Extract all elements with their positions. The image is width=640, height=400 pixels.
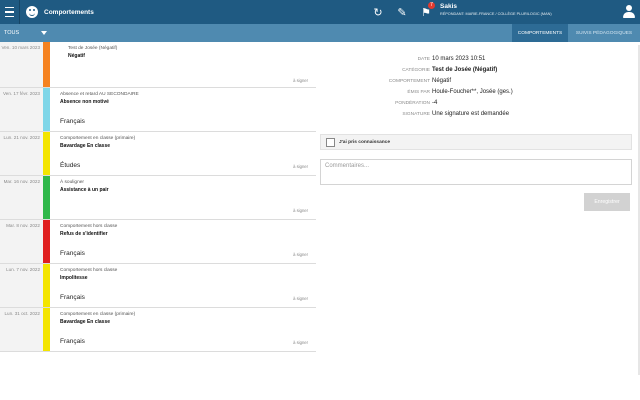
sub-bar: TOUS COMPORTEMENTS SUIVIS PÉDAGOGIQUES: [0, 24, 640, 42]
row-date: Mar. 8 nov. 2022: [0, 220, 43, 263]
row-sign[interactable]: à signer: [293, 78, 308, 83]
row-color-bar: [43, 264, 50, 307]
row-subject: Français: [60, 294, 85, 301]
detail-issued-row: ÉMIS PAR Houle-Foucher**, Josée (ges.): [318, 89, 640, 99]
row-sign[interactable]: à signer: [293, 208, 308, 213]
detail-label: DATE: [417, 57, 430, 62]
list-item[interactable]: Ven. 17 févr. 2023 Absence et retard AU …: [0, 88, 316, 132]
detail-signature-row: SIGNATURE Une signature est demandée: [318, 111, 640, 121]
row-title: Bavardage En classe: [60, 143, 111, 149]
row-title: Absence non motivé: [60, 99, 109, 105]
row-category: Comportement en classe (primaire): [60, 136, 136, 141]
row-category: À souligner: [60, 180, 84, 185]
detail-label: COMPORTEMENT: [388, 79, 430, 84]
row-title: Impolitesse: [60, 275, 88, 281]
tab-behaviors[interactable]: COMPORTEMENTS: [512, 24, 568, 42]
detail-label: CATÉGORIE: [402, 68, 430, 73]
detail-value: Une signature est demandée: [432, 111, 510, 117]
row-body: Test de Josée (Négatif) Négatif à signer: [56, 42, 316, 87]
row-date: Lun. 21 nov. 2022: [0, 132, 43, 175]
row-sign[interactable]: à signer: [293, 164, 308, 169]
detail-value: Houle-Foucher**, Josée (ges.): [432, 89, 513, 95]
row-body: Comportement en classe (primaire) Bavard…: [56, 132, 316, 175]
row-body: Comportement hors classe Impolitesse Fra…: [56, 264, 316, 307]
row-date: Ven. 17 févr. 2023: [0, 88, 43, 131]
row-body: Comportement hors classe Refus de s'iden…: [56, 220, 316, 263]
row-body: Absence et retard AU SECONDAIRE Absence …: [56, 88, 316, 131]
detail-value: -4: [432, 100, 438, 106]
detail-label: ÉMIS PAR: [407, 90, 430, 95]
row-category: Comportement hors classe: [60, 224, 118, 229]
smiley-icon: [26, 6, 38, 18]
user-name: Sakis: [440, 3, 457, 10]
detail-behavior-row: COMPORTEMENT Négatif: [318, 78, 640, 88]
behavior-list: Ven. 10 mars 2023 Test de Josée (Négatif…: [0, 42, 316, 352]
row-category: Comportement en classe (primaire): [60, 312, 136, 317]
filter-dropdown[interactable]: TOUS: [4, 24, 48, 42]
row-color-bar: [43, 132, 50, 175]
list-item[interactable]: Mar. 16 nov. 2022 À souligner Assistance…: [0, 176, 316, 220]
tab-pedagogical[interactable]: SUIVIS PÉDAGOGIQUES: [568, 24, 640, 42]
top-actions: ↻ ✎ ⚑ 7: [366, 0, 438, 24]
acknowledge-label: J'ai pris connaissance: [339, 140, 390, 145]
row-title: Négatif: [68, 53, 85, 59]
tabs: COMPORTEMENTS SUIVIS PÉDAGOGIQUES: [512, 24, 640, 42]
detail-value: 10 mars 2023 10:51: [432, 56, 486, 62]
detail-label: SIGNATURE: [402, 112, 430, 117]
detail-category-row: CATÉGORIE Test de Josée (Négatif): [318, 67, 640, 77]
list-item[interactable]: Mar. 8 nov. 2022 Comportement hors class…: [0, 220, 316, 264]
row-subject: Français: [60, 118, 85, 125]
row-date: Mar. 16 nov. 2022: [0, 176, 43, 219]
detail-value: Négatif: [432, 78, 452, 84]
row-color-bar: [43, 308, 50, 351]
acknowledge-row[interactable]: J'ai pris connaissance: [320, 134, 632, 150]
row-sign[interactable]: à signer: [293, 296, 308, 301]
filter-label: TOUS: [4, 30, 20, 36]
row-category: Test de Josée (Négatif): [68, 46, 118, 51]
detail-value: Test de Josée (Négatif): [432, 67, 498, 73]
row-title: Assistance à un pair: [60, 187, 109, 193]
pen-icon[interactable]: ✎: [390, 0, 414, 24]
row-date: Lun. 31 oct. 2022: [0, 308, 43, 351]
row-subject: Français: [60, 338, 85, 345]
top-bar: Comportements ↻ ✎ ⚑ 7 Sakis RÉPONDANT: MA…: [0, 0, 640, 24]
flag-icon[interactable]: ⚑ 7: [414, 0, 438, 24]
user-role: RÉPONDANT: MARIE-FRANCE / COLLÈGE PLURIL…: [440, 12, 552, 16]
row-category: Comportement hors classe: [60, 268, 118, 273]
row-date: Lun. 7 nov. 2022: [0, 264, 43, 307]
row-color-bar: [43, 88, 50, 131]
row-subject: Études: [60, 162, 81, 169]
row-color-bar: [43, 42, 50, 87]
app-title: Comportements: [44, 8, 94, 16]
row-color-bar: [43, 220, 50, 263]
row-sign[interactable]: à signer: [293, 252, 308, 257]
user-block[interactable]: Sakis RÉPONDANT: MARIE-FRANCE / COLLÈGE …: [440, 3, 552, 16]
row-date: Ven. 10 mars 2023: [0, 42, 43, 87]
comments-input[interactable]: [320, 159, 632, 185]
detail-label: PONDÉRATION: [395, 101, 430, 106]
list-item[interactable]: Lun. 21 nov. 2022 Comportement en classe…: [0, 132, 316, 176]
row-title: Bavardage En classe: [60, 319, 111, 325]
sync-icon[interactable]: ↻: [366, 0, 390, 24]
detail-weight-row: PONDÉRATION -4: [318, 100, 640, 110]
user-icon[interactable]: [622, 4, 636, 20]
save-button[interactable]: Enregistrer: [584, 193, 630, 211]
menu-icon[interactable]: [0, 0, 20, 24]
row-title: Refus de s'identifier: [60, 231, 108, 237]
row-sign[interactable]: à signer: [293, 340, 308, 345]
detail-date-row: DATE 10 mars 2023 10:51: [318, 56, 640, 66]
acknowledge-checkbox[interactable]: [326, 138, 335, 147]
notification-badge: 7: [428, 2, 435, 9]
chevron-down-icon: [41, 31, 48, 35]
list-item[interactable]: Lun. 31 oct. 2022 Comportement en classe…: [0, 308, 316, 352]
row-body: Comportement en classe (primaire) Bavard…: [56, 308, 316, 351]
row-category: Absence et retard AU SECONDAIRE: [60, 92, 139, 97]
row-subject: Français: [60, 250, 85, 257]
list-item[interactable]: Ven. 10 mars 2023 Test de Josée (Négatif…: [0, 42, 316, 88]
row-body: À souligner Assistance à un pair à signe…: [56, 176, 316, 219]
list-item[interactable]: Lun. 7 nov. 2022 Comportement hors class…: [0, 264, 316, 308]
detail-panel: DATE 10 mars 2023 10:51 CATÉGORIE Test d…: [318, 42, 640, 134]
row-color-bar: [43, 176, 50, 219]
